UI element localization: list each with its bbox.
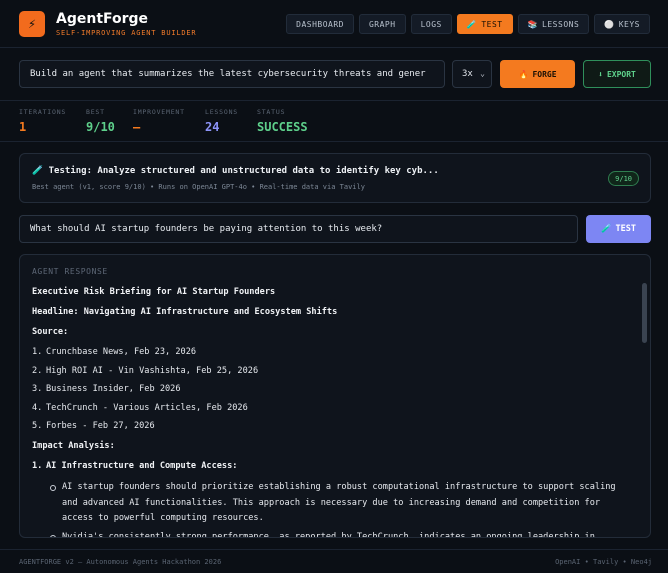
footer-version: AGENTFORGE v2 — Autonomous Agents Hackat…	[19, 558, 222, 566]
export-label: EXPORT	[606, 69, 636, 79]
stat-best-value: 9/10	[86, 120, 115, 134]
download-icon: ⬇	[598, 69, 603, 79]
top-nav: DASHBOARD GRAPH LOGS 🧪 TEST 📚 LESSONS ⚪ KEY…	[286, 14, 650, 34]
stat-improvement: IMPROVEMENT —	[133, 108, 185, 134]
test-question-input[interactable]: What should AI startup founders be payin…	[19, 215, 578, 243]
question-row: What should AI startup founders be payin…	[19, 215, 651, 243]
fire-icon: 🔥	[518, 69, 529, 79]
app-title: AgentForge	[56, 11, 149, 27]
test-title-text: Testing: Analyze structured and unstruct…	[48, 166, 439, 176]
stat-iterations: ITERATIONS 1	[19, 108, 66, 134]
list-item: 3. Business Insider, Feb 2026	[32, 384, 181, 394]
response-heading-1: Executive Risk Briefing for AI Startup F…	[32, 287, 276, 297]
nav-test-label: TEST	[481, 19, 503, 29]
response-content: AGENT RESPONSE Executive Risk Briefing f…	[32, 267, 634, 537]
test-subtitle: Best agent (v1, score 9/10) • Runs on Op…	[32, 183, 365, 191]
multiplier-value: 3x	[462, 69, 473, 79]
stat-best: BEST 9/10	[86, 108, 115, 134]
impact-heading: Impact Analysis:	[32, 441, 115, 451]
agent-prompt-input[interactable]: Build an agent that summarizes the lates…	[19, 60, 445, 88]
score-badge: 9/10	[608, 171, 639, 186]
test-summary-card: 🧪 Testing: Analyze structured and unstru…	[19, 153, 651, 203]
response-scrollbar[interactable]	[642, 283, 647, 343]
stat-improvement-label: IMPROVEMENT	[133, 108, 185, 116]
prompt-row: Build an agent that summarizes the lates…	[19, 60, 651, 88]
nav-keys-label: KEYS	[618, 19, 640, 29]
app-subtitle: SELF-IMPROVING AGENT BUILDER	[56, 29, 197, 37]
test-title: 🧪 Testing: Analyze structured and unstru…	[32, 166, 439, 176]
source-list: 1. Crunchbase News, Feb 23, 2026 2. High R…	[32, 347, 634, 431]
stat-status: STATUS SUCCESS	[257, 108, 308, 134]
source-heading: Source:	[32, 327, 69, 337]
footer-credits: OpenAI • Tavily • Neo4j	[555, 558, 652, 566]
nav-dashboard-button[interactable]: DASHBOARD	[286, 14, 354, 34]
run-test-button[interactable]: 🧪 TEST	[586, 215, 651, 243]
app-header: ⚡ AgentForge SELF-IMPROVING AGENT BUILDE…	[0, 0, 668, 48]
response-label: AGENT RESPONSE	[32, 267, 108, 276]
list-item: 1. Crunchbase News, Feb 23, 2026	[32, 347, 197, 357]
nav-dashboard-label: DASHBOARD	[296, 19, 344, 29]
response-heading-2: Headline: Navigating AI Infrastructure a…	[32, 307, 338, 317]
agent-response-panel[interactable]: AGENT RESPONSE Executive Risk Briefing f…	[19, 254, 651, 538]
export-button[interactable]: ⬇ EXPORT	[583, 60, 651, 88]
stat-status-label: STATUS	[257, 108, 286, 116]
stat-lessons-label: LESSONS	[205, 108, 238, 116]
stat-status-value: SUCCESS	[257, 120, 308, 134]
nav-logs-button[interactable]: LOGS	[410, 14, 452, 34]
stat-improvement-value: —	[133, 120, 141, 134]
impact-bullets: AI startup founders should prioritize es…	[50, 480, 634, 537]
nav-logs-label: LOGS	[420, 19, 442, 29]
test-tube-icon: 🧪	[466, 19, 478, 29]
stat-iterations-label: ITERATIONS	[19, 108, 67, 116]
impact-item-title: 1. AI Infrastructure and Compute Access:	[32, 461, 238, 471]
nav-lessons-label: LESSONS	[542, 19, 580, 29]
list-item: 2. High ROI AI - Vin Vashishta, Feb 25, 2…	[32, 365, 259, 376]
nav-lessons-button[interactable]: 📚 LESSONS	[517, 14, 590, 34]
run-test-label: TEST	[615, 224, 637, 234]
nav-graph-button[interactable]: GRAPH	[358, 14, 406, 34]
nav-graph-label: GRAPH	[368, 19, 396, 29]
test-tube-icon: 🧪	[32, 166, 44, 176]
bolt-logo-icon: ⚡	[19, 11, 45, 37]
forge-label: FORGE	[532, 69, 557, 79]
footer: AGENTFORGE v2 — Autonomous Agents Hackat…	[0, 549, 668, 573]
list-item: AI startup founders should prioritize es…	[50, 480, 634, 527]
stat-best-label: BEST	[86, 108, 105, 116]
chevron-down-icon: ⌄	[480, 69, 485, 78]
iteration-multiplier-select[interactable]: 3x ⌄	[452, 60, 492, 88]
nav-keys-button[interactable]: ⚪ KEYS	[594, 14, 650, 34]
test-tube-icon: 🧪	[600, 224, 612, 234]
stat-lessons-value: 24	[205, 120, 220, 134]
forge-button[interactable]: 🔥 FORGE	[500, 60, 575, 88]
list-item: 4. TechCrunch - Various Articles, Feb 202…	[32, 402, 248, 413]
list-item: Nvidia's consistently strong performance…	[50, 530, 634, 537]
stat-iterations-value: 1	[19, 120, 27, 134]
nav-test-button[interactable]: 🧪 TEST	[456, 14, 513, 34]
stats-bar: ITERATIONS 1 BEST 9/10 IMPROVEMENT — LES…	[0, 100, 668, 142]
list-item: 5. Forbes - Feb 27, 2026	[32, 421, 155, 431]
books-icon: 📚	[527, 19, 539, 29]
circle-icon: ⚪	[604, 19, 615, 29]
stat-lessons: LESSONS 24	[205, 108, 238, 134]
